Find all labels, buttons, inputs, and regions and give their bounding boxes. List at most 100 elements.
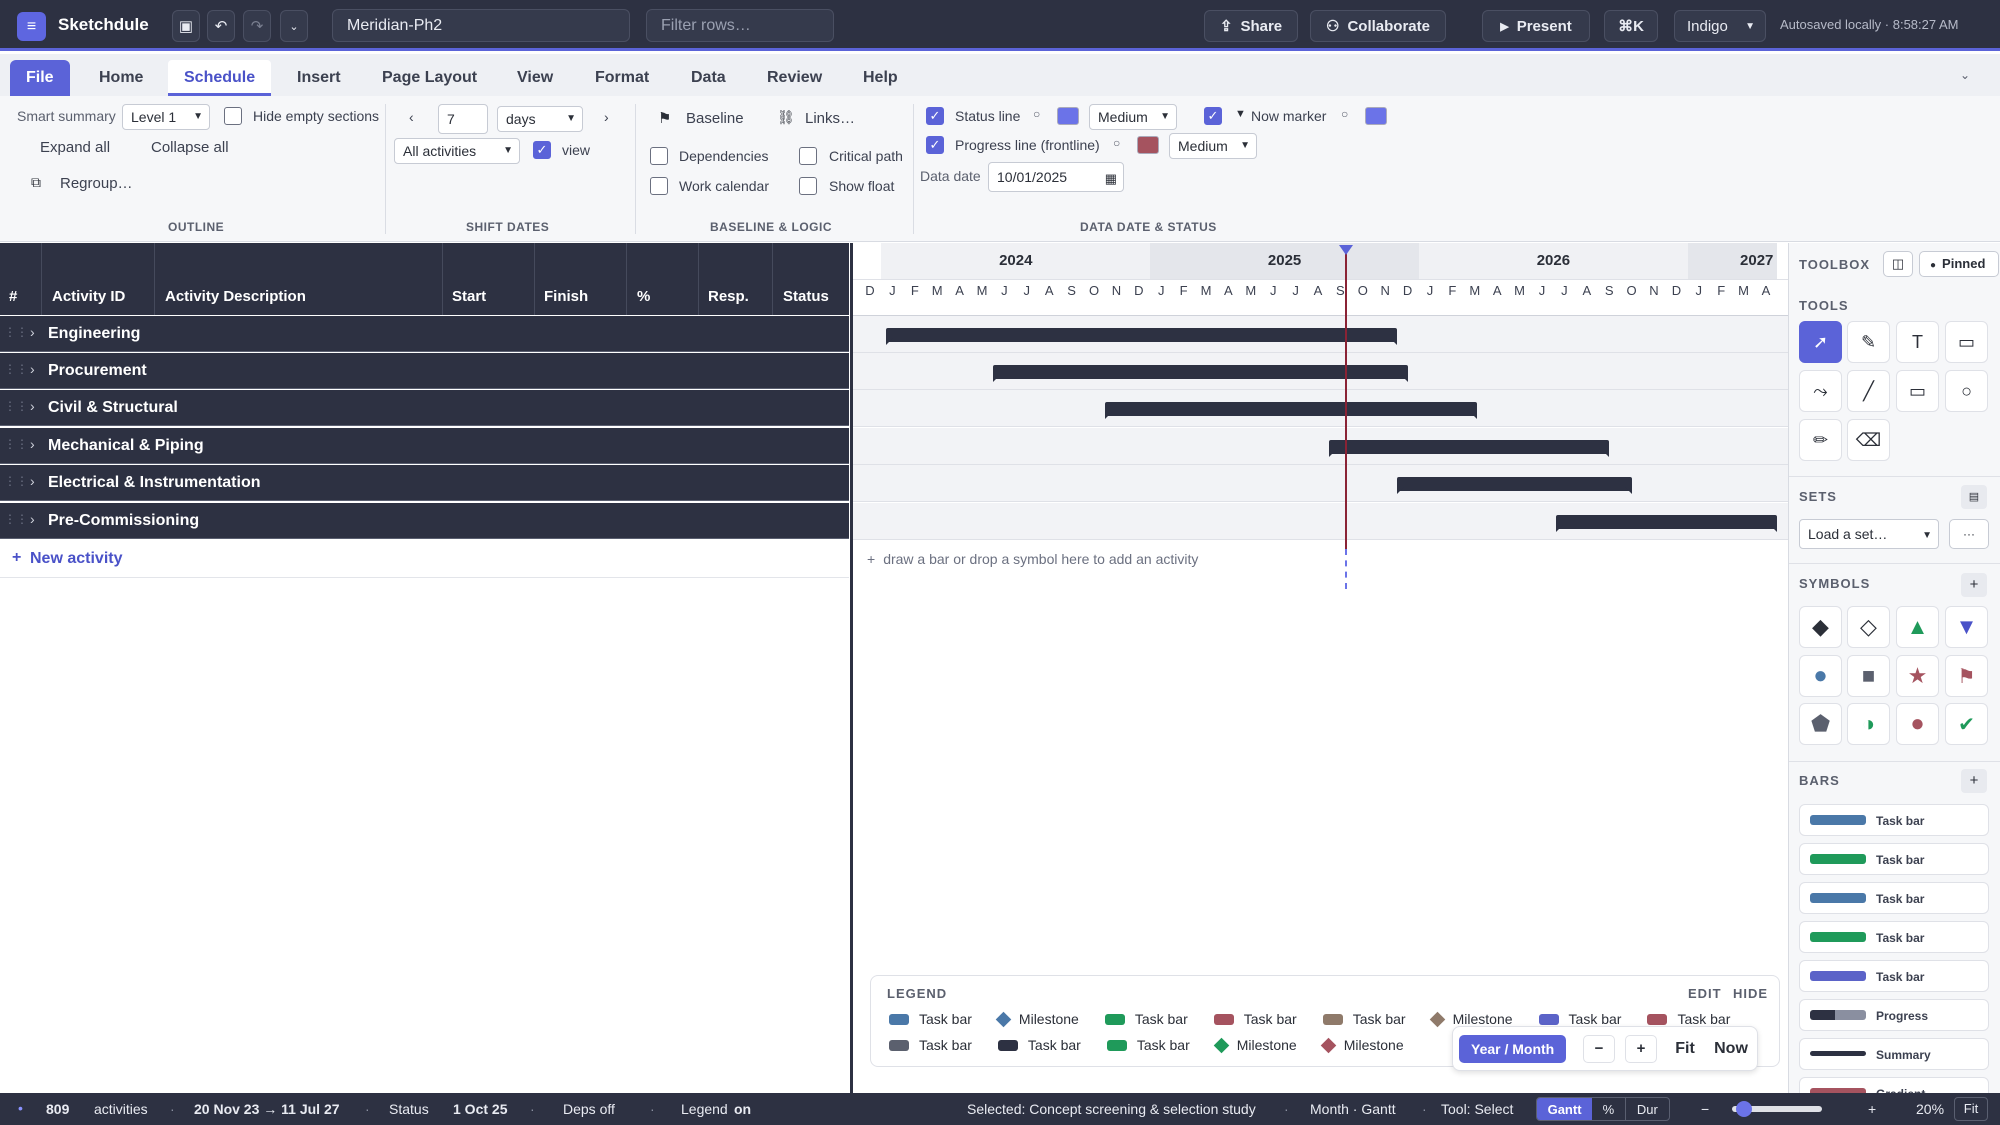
redo-icon[interactable]: ↷ <box>243 10 271 42</box>
segment-duration[interactable]: Dur <box>1626 1098 1669 1120</box>
collapse-all-button[interactable]: Collapse all <box>151 139 229 156</box>
command-palette-button[interactable]: ⌘K <box>1604 10 1658 42</box>
bar-style-item[interactable]: Task bar <box>1799 843 1989 875</box>
legend-item[interactable]: Milestone <box>1429 1011 1513 1027</box>
zoom-out-button[interactable]: − <box>1583 1035 1615 1063</box>
critical-path-checkbox[interactable] <box>799 147 817 165</box>
legend-item[interactable]: Task bar <box>1106 1037 1190 1053</box>
shift-scope-select[interactable]: All activities ▼ <box>394 138 520 164</box>
share-button[interactable]: ⇪ Share <box>1204 10 1298 42</box>
legend-item[interactable]: Task bar <box>1322 1011 1406 1027</box>
status-line-color-swatch[interactable] <box>1057 107 1079 125</box>
col-header-number[interactable]: # <box>9 288 17 305</box>
legend-item[interactable]: Task bar <box>1538 1011 1621 1027</box>
bar-style-item[interactable]: Gradient <box>1799 1077 1989 1093</box>
tab-format[interactable]: Format <box>579 60 665 96</box>
timescale-mode-button[interactable]: Year / Month <box>1459 1035 1567 1063</box>
tab-schedule[interactable]: Schedule <box>168 60 272 96</box>
drag-handle-icon[interactable]: ⋮⋮ <box>4 512 28 526</box>
tab-home[interactable]: Home <box>83 60 159 96</box>
chevron-right-icon[interactable]: › <box>30 436 35 452</box>
tab-view[interactable]: View <box>501 60 569 96</box>
baseline-button[interactable]: Baseline <box>686 110 744 127</box>
select-tool-icon[interactable]: ➚ <box>1799 321 1842 363</box>
dependencies-checkbox[interactable] <box>650 147 668 165</box>
legend-item[interactable]: Task bar <box>997 1037 1081 1053</box>
level-select[interactable]: Level 1 ▼ <box>122 104 210 130</box>
legend-item[interactable]: Task bar <box>1104 1011 1188 1027</box>
gantt-row[interactable] <box>853 390 1788 427</box>
col-header-percent[interactable]: % <box>637 288 650 305</box>
gantt-row[interactable] <box>853 503 1788 540</box>
links-button[interactable]: Links… <box>805 110 855 127</box>
segment-gantt[interactable]: Gantt <box>1537 1098 1593 1120</box>
legend-item[interactable]: Milestone <box>1320 1037 1404 1053</box>
brush-tool-icon[interactable]: ✎ <box>1847 321 1890 363</box>
line-tool-icon[interactable]: ╱ <box>1847 370 1890 412</box>
connector-tool-icon[interactable]: ⤳ <box>1799 370 1842 412</box>
load-set-select[interactable]: Load a set… ▼ <box>1799 519 1939 549</box>
chevron-right-icon[interactable]: › <box>30 324 35 340</box>
drag-handle-icon[interactable]: ⋮⋮ <box>4 399 28 413</box>
summary-bar[interactable] <box>1105 402 1478 419</box>
comment-tool-icon[interactable]: ▭ <box>1945 321 1988 363</box>
table-row[interactable]: ⋮⋮ › Engineering <box>0 316 849 352</box>
progress-line-color-swatch[interactable] <box>1137 136 1159 154</box>
triangle-up-symbol-icon[interactable]: ▲ <box>1896 606 1939 648</box>
drag-handle-icon[interactable]: ⋮⋮ <box>4 437 28 451</box>
filter-rows-input[interactable]: Filter rows… <box>646 9 834 42</box>
deps-status[interactable]: Deps off <box>563 1101 615 1117</box>
table-row[interactable]: ⋮⋮ › Procurement <box>0 353 849 389</box>
chevron-right-icon[interactable]: › <box>30 511 35 527</box>
table-row[interactable]: ⋮⋮ › Civil & Structural <box>0 390 849 426</box>
chevron-right-icon[interactable]: › <box>30 473 35 489</box>
bar-style-item[interactable]: Summary <box>1799 1038 1989 1070</box>
add-symbol-icon[interactable]: + <box>1961 573 1987 597</box>
eraser-tool-icon[interactable]: ⌫ <box>1847 419 1890 461</box>
tab-file[interactable]: File <box>10 60 70 96</box>
save-set-icon[interactable]: ▤ <box>1961 485 1987 509</box>
bar-style-item[interactable]: Progress <box>1799 999 1989 1031</box>
progress-line-checkbox[interactable]: ✓ <box>926 136 944 154</box>
tab-help[interactable]: Help <box>847 60 914 96</box>
hide-empty-checkbox[interactable] <box>224 107 242 125</box>
now-button[interactable]: Now <box>1709 1035 1753 1063</box>
collapse-ribbon-icon[interactable]: ⌄ <box>1960 68 1970 82</box>
status-line-weight-select[interactable]: Medium ▼ <box>1089 104 1177 130</box>
document-name-input[interactable]: Meridian-Ph2 <box>332 9 630 42</box>
col-header-status[interactable]: Status <box>783 288 829 305</box>
triangle-down-symbol-icon[interactable]: ▼ <box>1945 606 1988 648</box>
add-bar-icon[interactable]: + <box>1961 769 1987 793</box>
pinned-button[interactable]: ● Pinned <box>1919 251 1999 277</box>
status-line-checkbox[interactable]: ✓ <box>926 107 944 125</box>
legend-hide-button[interactable]: HIDE <box>1733 986 1768 1001</box>
work-calendar-checkbox[interactable] <box>650 177 668 195</box>
progress-line-weight-select[interactable]: Medium ▼ <box>1169 133 1257 159</box>
col-header-responsible[interactable]: Resp. <box>708 288 749 305</box>
col-header-start[interactable]: Start <box>452 288 486 305</box>
data-date-input[interactable]: 10/01/2025 ▦ <box>988 162 1124 192</box>
drag-handle-icon[interactable]: ⋮⋮ <box>4 325 28 339</box>
legend-status-label[interactable]: Legend <box>681 1101 728 1117</box>
chevron-right-icon[interactable]: › <box>30 361 35 377</box>
legend-item[interactable]: Task bar <box>1647 1011 1730 1027</box>
summary-bar[interactable] <box>1396 477 1632 494</box>
col-header-activity-id[interactable]: Activity ID <box>52 288 125 305</box>
now-marker-handle-icon[interactable] <box>1339 245 1354 255</box>
diamond-filled-symbol-icon[interactable]: ◆ <box>1799 606 1842 648</box>
now-marker-color-swatch[interactable] <box>1365 107 1387 125</box>
gantt-row[interactable] <box>853 353 1788 390</box>
new-activity-button[interactable]: + New activity <box>0 540 849 578</box>
gantt-row[interactable] <box>853 316 1788 353</box>
summary-bar[interactable] <box>1555 515 1778 532</box>
zoom-in-button[interactable]: + <box>1625 1035 1657 1063</box>
zoom-slider-handle[interactable] <box>1736 1101 1753 1117</box>
segment-percent[interactable]: % <box>1592 1098 1626 1120</box>
rectangle-tool-icon[interactable]: ▭ <box>1896 370 1939 412</box>
legend-item[interactable]: Task bar <box>889 1037 972 1053</box>
table-row[interactable]: ⋮⋮ › Mechanical & Piping <box>0 428 849 464</box>
shift-back-icon[interactable]: ‹ <box>409 109 414 125</box>
fit-status-button[interactable]: Fit <box>1954 1097 1988 1121</box>
regroup-button[interactable]: Regroup… <box>60 175 133 192</box>
expand-all-button[interactable]: Expand all <box>40 139 110 156</box>
